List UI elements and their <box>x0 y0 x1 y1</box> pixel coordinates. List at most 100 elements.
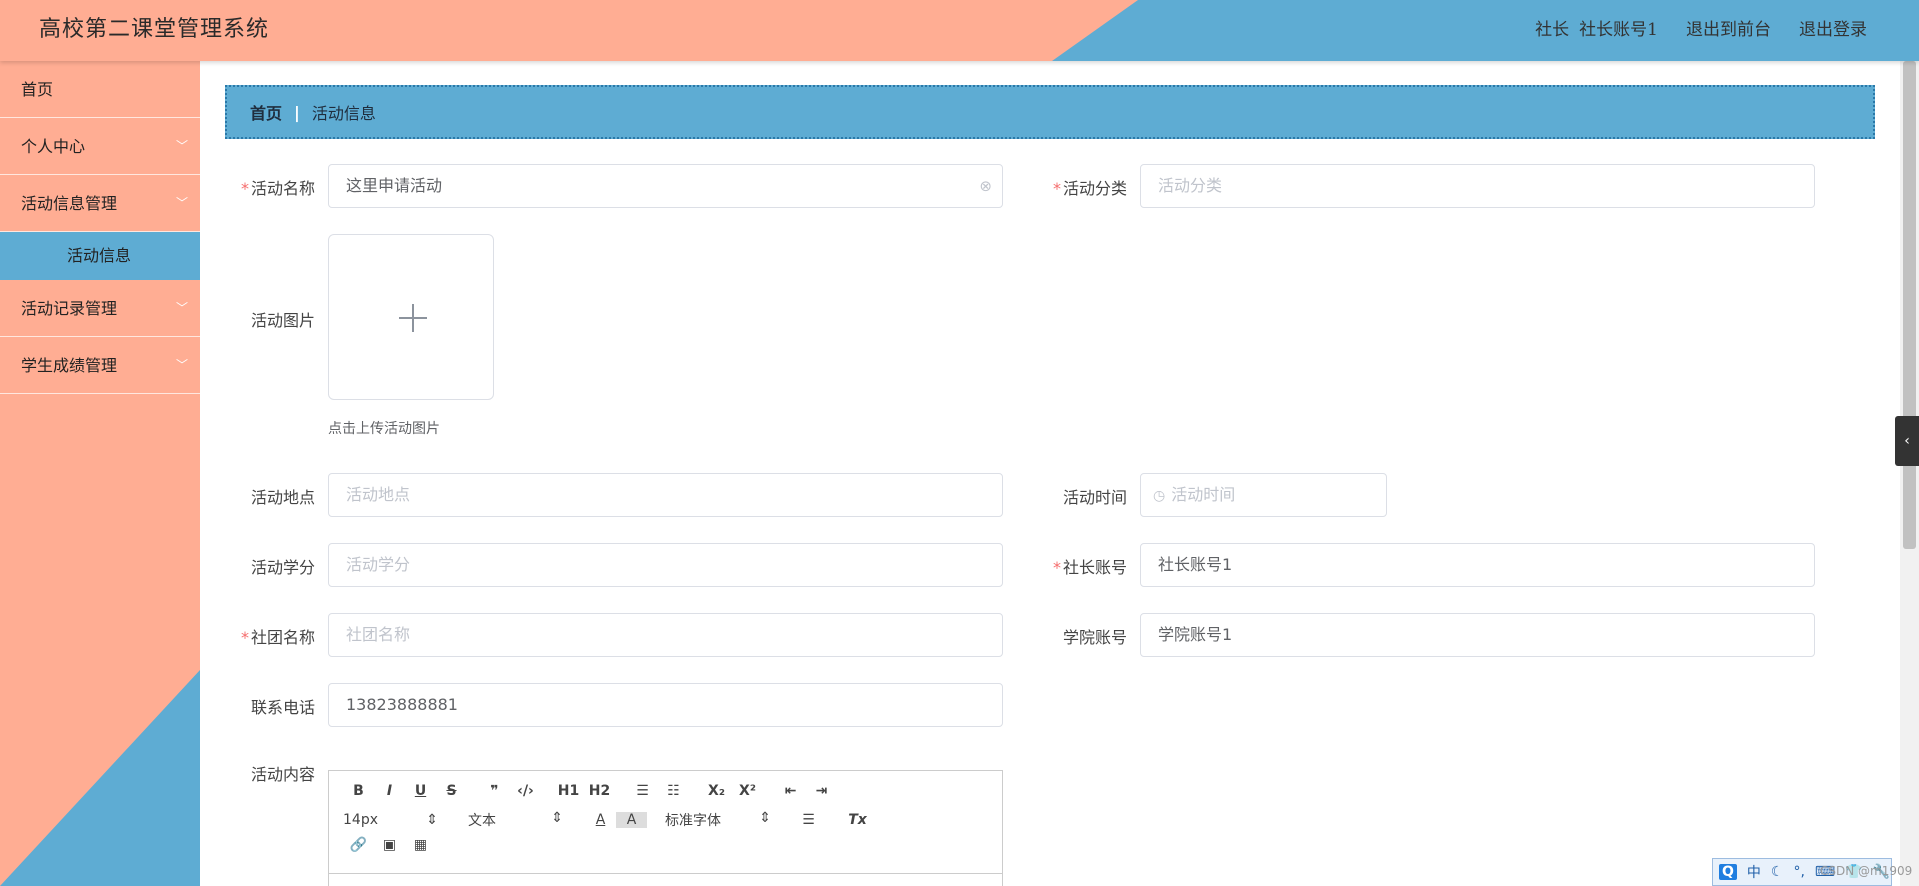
align-icon[interactable]: ☰ <box>793 812 824 828</box>
club-name-input[interactable]: 社团名称 <box>328 613 1003 657</box>
ordered-list-icon[interactable]: ☰ <box>627 783 658 799</box>
punctuation-icon[interactable]: °, <box>1793 864 1804 880</box>
breadcrumb-home[interactable]: 首页 <box>250 100 282 124</box>
underline-icon[interactable]: U <box>405 783 436 799</box>
image-upload-box[interactable] <box>328 234 494 400</box>
sidebar-item-student-scores[interactable]: 学生成绩管理 ﹀ <box>0 337 200 394</box>
clear-icon[interactable]: ⊗ <box>979 165 992 207</box>
sidebar-corner-decoration <box>0 670 200 886</box>
activity-category-placeholder: 活动分类 <box>1158 176 1223 195</box>
user-role: 社长 <box>1535 20 1570 40</box>
activity-content-label: 活动内容 <box>250 765 315 784</box>
editor-toolbar-row-1: B I U S ❞ ‹/› H1 H2 ☰ ☷ X₂ X² ⇤ ⇥ <box>343 783 837 799</box>
college-account-input[interactable]: 学院账号1 <box>1140 613 1815 657</box>
college-account-value: 学院账号1 <box>1158 625 1233 644</box>
sidebar-item-label: 个人中心 <box>21 137 86 156</box>
activity-time-picker[interactable]: ◷ 活动时间 <box>1140 473 1387 517</box>
activity-location-input[interactable]: 活动地点 <box>328 473 1003 517</box>
sidebar-subitem-activity-info[interactable]: 活动信息 <box>0 232 200 280</box>
font-size-select[interactable]: 14px ⇕ <box>343 812 438 828</box>
subscript-icon[interactable]: X₂ <box>701 783 732 799</box>
italic-icon[interactable]: I <box>374 783 405 799</box>
phone-value: 13823888881 <box>346 695 458 714</box>
updown-arrow-icon: ⇕ <box>551 810 563 826</box>
chevron-down-icon: ﹀ <box>175 301 188 315</box>
header-1-icon[interactable]: H1 <box>553 783 584 799</box>
clock-icon: ◷ <box>1153 488 1166 504</box>
sidebar-item-label: 首页 <box>21 80 54 99</box>
editor-toolbar-row-2: 14px ⇕ 文本 ⇕ A A 标准字体 ⇕ ☰ Tx <box>343 810 873 830</box>
college-account-label: 学院账号 <box>1062 628 1127 647</box>
font-family-value: 标准字体 <box>665 813 721 829</box>
bullet-list-icon[interactable]: ☷ <box>658 783 689 799</box>
indent-icon[interactable]: ⇥ <box>806 783 837 799</box>
clear-format-icon[interactable]: Tx <box>842 812 873 828</box>
rich-text-editor: B I U S ❞ ‹/› H1 H2 ☰ ☷ X₂ X² ⇤ ⇥ 14px ⇕ … <box>328 770 1003 886</box>
club-name-label: * 社团名称 <box>240 628 315 647</box>
breadcrumb-current: 活动信息 <box>311 104 376 123</box>
activity-time-placeholder: 活动时间 <box>1171 485 1236 504</box>
sidebar-item-label: 活动信息管理 <box>21 194 118 213</box>
bold-icon[interactable]: B <box>343 783 374 799</box>
sidebar-item-activity-records[interactable]: 活动记录管理 ﹀ <box>0 280 200 337</box>
phone-input[interactable]: 13823888881 <box>328 683 1003 727</box>
editor-toolbar-row-3: 🔗 ▣ ▦ <box>343 837 436 853</box>
leader-account-input[interactable]: 社长账号1 <box>1140 543 1815 587</box>
club-name-placeholder: 社团名称 <box>346 625 411 644</box>
chevron-down-icon: ﹀ <box>175 358 188 372</box>
activity-name-label: * 活动名称 <box>240 179 315 198</box>
activity-image-label: 活动图片 <box>250 311 315 330</box>
sidebar-item-activity-management[interactable]: 活动信息管理 ﹀ <box>0 175 200 232</box>
superscript-icon[interactable]: X² <box>732 783 763 799</box>
code-icon[interactable]: ‹/› <box>510 783 541 799</box>
exit-to-front-link[interactable]: 退出到前台 <box>1686 15 1771 40</box>
leader-account-label: * 社长账号 <box>1052 558 1127 577</box>
watermark: CSDN @m1909 <box>1820 864 1913 878</box>
quote-icon[interactable]: ❞ <box>479 783 510 799</box>
sidebar-item-label: 活动记录管理 <box>21 299 118 318</box>
updown-arrow-icon: ⇕ <box>759 810 771 826</box>
chevron-down-icon: ﹀ <box>175 196 188 210</box>
main-content: 首页 | 活动信息 * 活动名称 这里申请活动 ⊗ * 活动分类 活动分类 活动图片… <box>200 61 1900 886</box>
ime-logo-icon[interactable]: Q <box>1719 864 1737 880</box>
activity-name-value: 这里申请活动 <box>346 176 443 195</box>
activity-credit-placeholder: 活动学分 <box>346 555 411 574</box>
strikethrough-icon[interactable]: S <box>436 783 467 799</box>
ime-mode-toggle[interactable]: 中 <box>1747 862 1761 882</box>
logout-link[interactable]: 退出登录 <box>1799 15 1867 40</box>
sidebar-item-home[interactable]: 首页 <box>0 61 200 118</box>
scrollbar-thumb[interactable] <box>1903 61 1916 549</box>
font-size-value: 14px <box>343 812 378 828</box>
updown-arrow-icon: ⇕ <box>426 812 438 828</box>
link-icon[interactable]: 🔗 <box>343 837 374 853</box>
side-collapse-tab[interactable]: ‹ <box>1895 416 1919 466</box>
sidebar: 首页 个人中心 ﹀ 活动信息管理 ﹀ 活动信息 活动记录管理 ﹀ 学生成绩管理 … <box>0 61 200 886</box>
activity-time-label: 活动时间 <box>1062 488 1127 507</box>
background-color-icon[interactable]: A <box>616 812 647 828</box>
activity-credit-label: 活动学分 <box>250 558 315 577</box>
header-select[interactable]: 文本 ⇕ <box>468 810 563 830</box>
header-2-icon[interactable]: H2 <box>584 783 615 799</box>
video-icon[interactable]: ▦ <box>405 837 436 853</box>
editor-divider <box>329 873 1002 874</box>
font-color-icon[interactable]: A <box>585 812 616 828</box>
sidebar-item-personal-center[interactable]: 个人中心 ﹀ <box>0 118 200 175</box>
activity-location-label: 活动地点 <box>250 488 315 507</box>
breadcrumb-separator: | <box>294 102 300 122</box>
app-title: 高校第二课堂管理系统 <box>39 17 270 42</box>
outdent-icon[interactable]: ⇤ <box>775 783 806 799</box>
phone-label: 联系电话 <box>250 698 315 717</box>
font-family-select[interactable]: 标准字体 ⇕ <box>665 810 771 830</box>
image-icon[interactable]: ▣ <box>374 837 405 853</box>
leader-account-value: 社长账号1 <box>1158 555 1233 574</box>
user-account: 社长账号1 <box>1579 20 1658 40</box>
activity-name-input[interactable]: 这里申请活动 ⊗ <box>328 164 1003 208</box>
activity-credit-input[interactable]: 活动学分 <box>328 543 1003 587</box>
header-value: 文本 <box>468 813 496 829</box>
activity-location-placeholder: 活动地点 <box>346 485 411 504</box>
upload-tip: 点击上传活动图片 <box>328 421 440 437</box>
sidebar-item-label: 活动信息 <box>67 246 132 265</box>
activity-category-label: * 活动分类 <box>1052 179 1127 198</box>
moon-icon[interactable]: ☾ <box>1771 864 1784 880</box>
activity-category-input[interactable]: 活动分类 <box>1140 164 1815 208</box>
